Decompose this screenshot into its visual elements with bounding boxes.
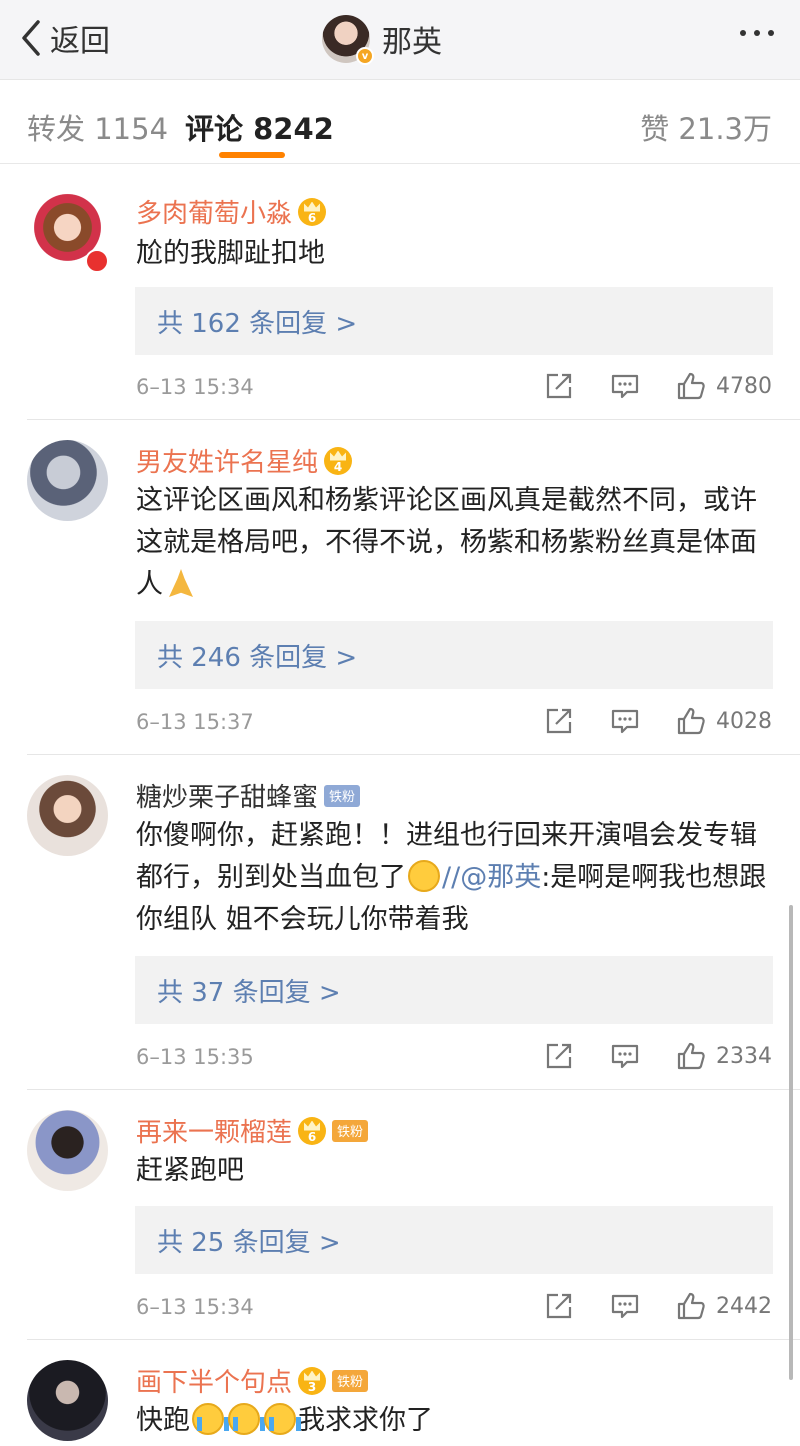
pray-emoji-icon <box>165 567 197 599</box>
comment-username[interactable]: 多肉葡萄小淼 6 <box>136 193 327 230</box>
like-icon <box>677 372 705 400</box>
reply-count-label: 共 37 条回复 > <box>157 978 341 1008</box>
comment-username[interactable]: 再来一颗榴莲 6 铁粉 <box>136 1112 369 1149</box>
view-replies-button[interactable]: 共 162 条回复 > <box>135 287 773 355</box>
avatar[interactable] <box>27 440 108 521</box>
comment-icon[interactable] <box>610 706 640 736</box>
divider <box>27 419 800 420</box>
comment-text: 赶紧跑吧 <box>136 1155 244 1186</box>
crown-icon: 3 <box>298 1366 327 1395</box>
scrollbar[interactable] <box>789 905 793 1380</box>
like-count: 2334 <box>716 1043 772 1069</box>
fan-badge: 铁粉 <box>332 1369 369 1392</box>
share-icon[interactable] <box>544 706 574 736</box>
comment-actions: 4028 <box>544 706 772 736</box>
comment-actions: 4780 <box>544 371 772 401</box>
reply-count-label: 共 25 条回复 > <box>157 1228 341 1258</box>
comment-timestamp: 6–13 15:35 <box>136 1045 254 1069</box>
tab-comments[interactable]: 评论 8242 <box>185 106 334 148</box>
share-icon[interactable] <box>544 1041 574 1071</box>
avatar[interactable]: v <box>322 15 374 65</box>
top-nav-bar: 返回 v 那英 <box>0 0 800 80</box>
like-icon <box>677 1292 705 1320</box>
back-label: 返回 <box>50 24 110 59</box>
comment-actions: 2334 <box>544 1041 772 1071</box>
star-badge-icon <box>85 249 109 273</box>
avatar[interactable] <box>27 775 108 856</box>
view-replies-button[interactable]: 共 37 条回复 > <box>135 956 773 1024</box>
tab-repost[interactable]: 转发 1154 <box>27 106 168 148</box>
share-icon[interactable] <box>544 371 574 401</box>
crying-emoji-icon <box>228 1403 265 1435</box>
like-button[interactable]: 4780 <box>676 371 772 401</box>
page-title: 那英 <box>382 25 442 60</box>
avatar[interactable] <box>27 1110 108 1191</box>
comment-text: 快跑 我求求你了 <box>136 1403 433 1436</box>
verified-badge: v <box>356 47 374 65</box>
comment-icon[interactable] <box>610 371 640 401</box>
crying-emoji-icon <box>264 1403 301 1435</box>
comment-timestamp: 6–13 15:34 <box>136 375 254 399</box>
avatar[interactable] <box>27 1360 108 1441</box>
tab-likes[interactable]: 赞 21.3万 <box>640 106 772 148</box>
comment-text: 你傻啊你，赶紧跑！！进组也行回来开演唱会发专辑都行，别到处当血包了//@那英:是… <box>136 820 767 935</box>
comment-actions: 2442 <box>544 1291 772 1321</box>
profile-header[interactable]: v 那英 <box>322 12 442 66</box>
comment-text: 这评论区画风和杨紫评论区画风真是截然不同，或许这就是格局吧，不得不说，杨紫和杨紫… <box>136 485 757 600</box>
chevron-left-icon <box>22 20 40 56</box>
divider <box>27 754 800 755</box>
reply-count-label: 共 162 条回复 > <box>157 309 358 339</box>
like-button[interactable]: 2442 <box>676 1291 772 1321</box>
comment-username[interactable]: 男友姓许名星纯 4 <box>136 442 353 479</box>
comment-icon[interactable] <box>610 1041 640 1071</box>
like-icon <box>677 1042 705 1070</box>
more-icon[interactable] <box>740 30 774 36</box>
smug-emoji-icon <box>408 860 440 892</box>
like-count: 4780 <box>716 373 772 399</box>
reply-count-label: 共 246 条回复 > <box>157 643 358 673</box>
comment-username[interactable]: 糖炒栗子甜蜂蜜 铁粉 <box>136 777 361 814</box>
share-icon[interactable] <box>544 1291 574 1321</box>
crying-emoji-icon <box>192 1403 229 1435</box>
like-button[interactable]: 4028 <box>676 706 772 736</box>
like-button[interactable]: 2334 <box>676 1041 772 1071</box>
active-tab-indicator <box>219 152 285 158</box>
comment-username[interactable]: 画下半个句点 3 铁粉 <box>136 1362 369 1399</box>
crown-icon: 6 <box>298 1116 327 1145</box>
crown-icon: 6 <box>298 197 327 226</box>
comment-icon[interactable] <box>610 1291 640 1321</box>
mention-link[interactable]: //@那英 <box>442 862 541 893</box>
divider <box>27 1339 800 1340</box>
fan-badge: 铁粉 <box>324 784 361 807</box>
view-replies-button[interactable]: 共 25 条回复 > <box>135 1206 773 1274</box>
back-button[interactable]: 返回 <box>18 16 110 60</box>
like-icon <box>677 707 705 735</box>
fan-badge: 铁粉 <box>332 1119 369 1142</box>
tab-bar: 转发 1154 评论 8242 赞 21.3万 <box>0 80 800 164</box>
view-replies-button[interactable]: 共 246 条回复 > <box>135 621 773 689</box>
divider <box>27 1089 800 1090</box>
like-count: 4028 <box>716 708 772 734</box>
like-count: 2442 <box>716 1293 772 1319</box>
crown-icon: 4 <box>324 446 353 475</box>
comment-timestamp: 6–13 15:34 <box>136 1295 254 1319</box>
comment-timestamp: 6–13 15:37 <box>136 710 254 734</box>
comment-text: 尬的我脚趾扣地 <box>136 238 325 269</box>
